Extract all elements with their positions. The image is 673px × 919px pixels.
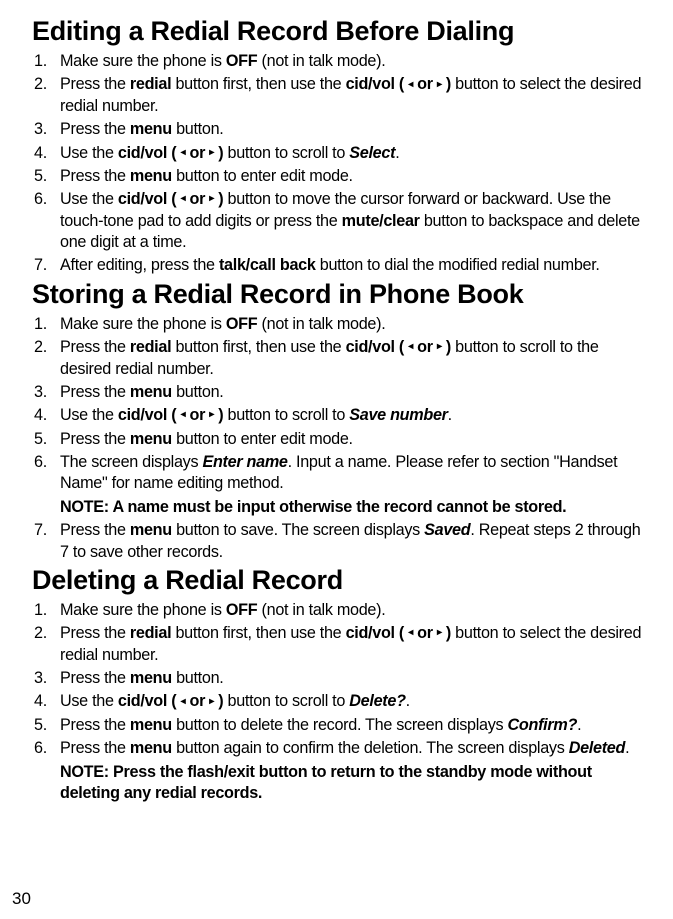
- item-content: The screen displays Enter name. Input a …: [60, 452, 645, 495]
- item-number: 4.: [32, 143, 60, 164]
- item-number: 6.: [32, 738, 60, 759]
- section1-list: 1. Make sure the phone is OFF (not in ta…: [32, 51, 645, 277]
- note-text: NOTE: Press the flash/exit button to ret…: [60, 762, 645, 805]
- item-number: 1.: [32, 51, 60, 72]
- section-heading-1: Editing a Redial Record Before Dialing: [32, 16, 645, 47]
- item-content: Use the cid/vol ( ◂ or ▸ ) button to scr…: [60, 691, 645, 712]
- list-item: 6. Use the cid/vol ( ◂ or ▸ ) button to …: [32, 189, 645, 253]
- item-content: Make sure the phone is OFF (not in talk …: [60, 51, 645, 72]
- item-number: 7.: [32, 255, 60, 276]
- item-content: After editing, press the talk/call back …: [60, 255, 645, 276]
- item-number: 5.: [32, 429, 60, 450]
- item-number: 7.: [32, 520, 60, 563]
- list-item: 4. Use the cid/vol ( ◂ or ▸ ) button to …: [32, 691, 645, 712]
- section-heading-2: Storing a Redial Record in Phone Book: [32, 279, 645, 310]
- item-number: 3.: [32, 668, 60, 689]
- list-item: 1. Make sure the phone is OFF (not in ta…: [32, 314, 645, 335]
- list-item: 3. Press the menu button.: [32, 668, 645, 689]
- list-item: 4. Use the cid/vol ( ◂ or ▸ ) button to …: [32, 143, 645, 164]
- list-item: 2. Press the redial button first, then u…: [32, 337, 645, 380]
- list-item: 5. Press the menu button to enter edit m…: [32, 166, 645, 187]
- item-content: Use the cid/vol ( ◂ or ▸ ) button to mov…: [60, 189, 645, 253]
- item-content: Press the menu button.: [60, 668, 645, 689]
- item-number: 2.: [32, 337, 60, 380]
- item-content: Press the menu button to enter edit mode…: [60, 166, 645, 187]
- item-number: 2.: [32, 623, 60, 666]
- list-item: 2. Press the redial button first, then u…: [32, 623, 645, 666]
- list-item: 7. After editing, press the talk/call ba…: [32, 255, 645, 276]
- left-arrow-icon: ◂: [181, 147, 186, 158]
- right-arrow-icon: ▸: [209, 193, 214, 204]
- left-arrow-icon: ◂: [408, 79, 413, 90]
- list-item: 3. Press the menu button.: [32, 382, 645, 403]
- list-item: 7. Press the menu button to save. The sc…: [32, 520, 645, 563]
- list-item: 1. Make sure the phone is OFF (not in ta…: [32, 51, 645, 72]
- page-number: 30: [12, 889, 31, 909]
- item-number: 4.: [32, 691, 60, 712]
- list-item: 6. Press the menu button again to confir…: [32, 738, 645, 759]
- left-arrow-icon: ◂: [181, 696, 186, 707]
- list-item: 3. Press the menu button.: [32, 119, 645, 140]
- list-item: 2. Press the redial button first, then u…: [32, 74, 645, 117]
- item-content: Press the menu button again to confirm t…: [60, 738, 645, 759]
- item-content: Use the cid/vol ( ◂ or ▸ ) button to scr…: [60, 405, 645, 426]
- right-arrow-icon: ▸: [209, 147, 214, 158]
- right-arrow-icon: ▸: [209, 696, 214, 707]
- item-number: 6.: [32, 189, 60, 253]
- item-content: Press the menu button to enter edit mode…: [60, 429, 645, 450]
- item-number: 2.: [32, 74, 60, 117]
- left-arrow-icon: ◂: [408, 341, 413, 352]
- item-content: Press the menu button.: [60, 119, 645, 140]
- item-content: Press the redial button first, then use …: [60, 337, 645, 380]
- list-item: 6. The screen displays Enter name. Input…: [32, 452, 645, 495]
- left-arrow-icon: ◂: [181, 409, 186, 420]
- left-arrow-icon: ◂: [181, 193, 186, 204]
- item-number: 3.: [32, 382, 60, 403]
- item-content: Use the cid/vol ( ◂ or ▸ ) button to scr…: [60, 143, 645, 164]
- list-item: 1. Make sure the phone is OFF (not in ta…: [32, 600, 645, 621]
- item-number: 5.: [32, 166, 60, 187]
- item-content: Make sure the phone is OFF (not in talk …: [60, 600, 645, 621]
- right-arrow-icon: ▸: [437, 341, 442, 352]
- item-content: Press the menu button to save. The scree…: [60, 520, 645, 563]
- section3-list: 1. Make sure the phone is OFF (not in ta…: [32, 600, 645, 760]
- section2-list: 1. Make sure the phone is OFF (not in ta…: [32, 314, 645, 495]
- item-content: Press the redial button first, then use …: [60, 623, 645, 666]
- item-number: 1.: [32, 314, 60, 335]
- item-content: Press the menu button.: [60, 382, 645, 403]
- right-arrow-icon: ▸: [437, 79, 442, 90]
- item-content: Press the menu button to delete the reco…: [60, 715, 645, 736]
- item-number: 1.: [32, 600, 60, 621]
- item-number: 5.: [32, 715, 60, 736]
- list-item: 5. Press the menu button to delete the r…: [32, 715, 645, 736]
- item-content: Press the redial button first, then use …: [60, 74, 645, 117]
- left-arrow-icon: ◂: [408, 627, 413, 638]
- section-heading-3: Deleting a Redial Record: [32, 565, 645, 596]
- note-text: NOTE: A name must be input otherwise the…: [60, 497, 645, 518]
- list-item: 4. Use the cid/vol ( ◂ or ▸ ) button to …: [32, 405, 645, 426]
- list-item: 5. Press the menu button to enter edit m…: [32, 429, 645, 450]
- item-number: 3.: [32, 119, 60, 140]
- right-arrow-icon: ▸: [437, 627, 442, 638]
- item-content: Make sure the phone is OFF (not in talk …: [60, 314, 645, 335]
- item-number: 6.: [32, 452, 60, 495]
- right-arrow-icon: ▸: [209, 409, 214, 420]
- section2-list-cont: 7. Press the menu button to save. The sc…: [32, 520, 645, 563]
- item-number: 4.: [32, 405, 60, 426]
